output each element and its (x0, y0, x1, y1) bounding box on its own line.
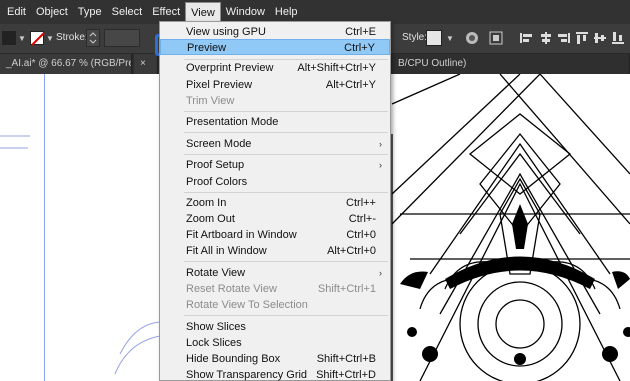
menu-item-proof-setup[interactable]: Proof Setup › (160, 157, 390, 173)
fill-dropdown-icon[interactable]: ▼ (18, 34, 26, 43)
menu-object[interactable]: Object (31, 0, 73, 24)
menu-edit[interactable]: Edit (2, 0, 31, 24)
menu-item-fit-all[interactable]: Fit All in Window Alt+Ctrl+0 (160, 243, 390, 259)
menu-separator (184, 154, 388, 155)
menu-type[interactable]: Type (73, 0, 107, 24)
menu-separator (184, 261, 388, 262)
menu-item-proof-colors[interactable]: Proof Colors (160, 174, 390, 190)
stroke-swatch[interactable] (30, 31, 45, 46)
style-label: Style: (402, 32, 428, 43)
menu-separator (184, 315, 388, 316)
document-tab-active[interactable]: _AI.ai* @ 66.67 % (RGB/Preview) (0, 54, 132, 74)
menu-item-trim-view[interactable]: Trim View (160, 93, 390, 109)
menu-item-show-transparency-grid[interactable]: Show Transparency Grid Shift+Ctrl+D (160, 367, 390, 381)
document-tab-second[interactable]: × M (134, 54, 158, 89)
menu-item-zoom-out[interactable]: Zoom Out Ctrl+- (160, 211, 390, 227)
document-tab-close-icon[interactable]: × (140, 58, 146, 69)
menu-item-screen-mode[interactable]: Screen Mode › (160, 136, 390, 152)
chevron-right-icon: › (379, 268, 382, 278)
align-center-icon[interactable] (538, 30, 554, 46)
document-tab-outline[interactable]: B/CPU Outline) (392, 54, 630, 74)
align-right-icon[interactable] (556, 30, 572, 46)
style-swatch[interactable] (426, 30, 442, 46)
view-menu-dropdown: View using GPU Ctrl+E Preview Ctrl+Y Ove… (159, 21, 391, 381)
menu-item-rotate-view-to-selection[interactable]: Rotate View To Selection (160, 297, 390, 313)
stroke-weight-field[interactable] (104, 29, 140, 47)
menu-separator (184, 192, 388, 193)
menu-item-pixel-preview[interactable]: Pixel Preview Alt+Ctrl+Y (160, 77, 390, 93)
menu-item-view-using-gpu[interactable]: View using GPU Ctrl+E (160, 24, 390, 40)
stroke-label: Stroke: (56, 32, 88, 43)
menu-item-show-slices[interactable]: Show Slices (160, 319, 390, 335)
menu-item-fit-artboard[interactable]: Fit Artboard in Window Ctrl+0 (160, 227, 390, 243)
no-stroke-icon (31, 32, 45, 46)
chevron-right-icon: › (379, 139, 382, 149)
stroke-stepper[interactable] (86, 29, 100, 47)
menu-item-hide-bounding-box[interactable]: Hide Bounding Box Shift+Ctrl+B (160, 351, 390, 367)
align-bottom-icon[interactable] (610, 30, 626, 46)
style-dropdown-icon[interactable]: ▼ (446, 34, 454, 43)
align-top-icon[interactable] (574, 30, 590, 46)
fill-swatch[interactable] (2, 31, 16, 45)
menu-item-reset-rotate-view[interactable]: Reset Rotate View Shift+Ctrl+1 (160, 281, 390, 297)
menu-separator (184, 132, 388, 133)
menu-separator (184, 111, 388, 112)
menu-item-presentation-mode[interactable]: Presentation Mode (160, 114, 390, 130)
menu-item-lock-slices[interactable]: Lock Slices (160, 335, 390, 351)
stepper-arrows-icon (89, 32, 97, 44)
transform-icon[interactable] (488, 30, 504, 46)
menu-select[interactable]: Select (107, 0, 148, 24)
menu-item-preview[interactable]: Preview Ctrl+Y (160, 39, 390, 55)
align-middle-icon[interactable] (592, 30, 608, 46)
align-left-icon[interactable] (518, 30, 534, 46)
stroke-dropdown-icon[interactable]: ▼ (46, 34, 54, 43)
menu-item-rotate-view[interactable]: Rotate View › (160, 265, 390, 281)
chevron-right-icon: › (379, 160, 382, 170)
recolor-globe-icon[interactable] (464, 30, 480, 46)
menu-item-zoom-in[interactable]: Zoom In Ctrl++ (160, 195, 390, 211)
menu-item-overprint-preview[interactable]: Overprint Preview Alt+Shift+Ctrl+Y (160, 60, 390, 76)
